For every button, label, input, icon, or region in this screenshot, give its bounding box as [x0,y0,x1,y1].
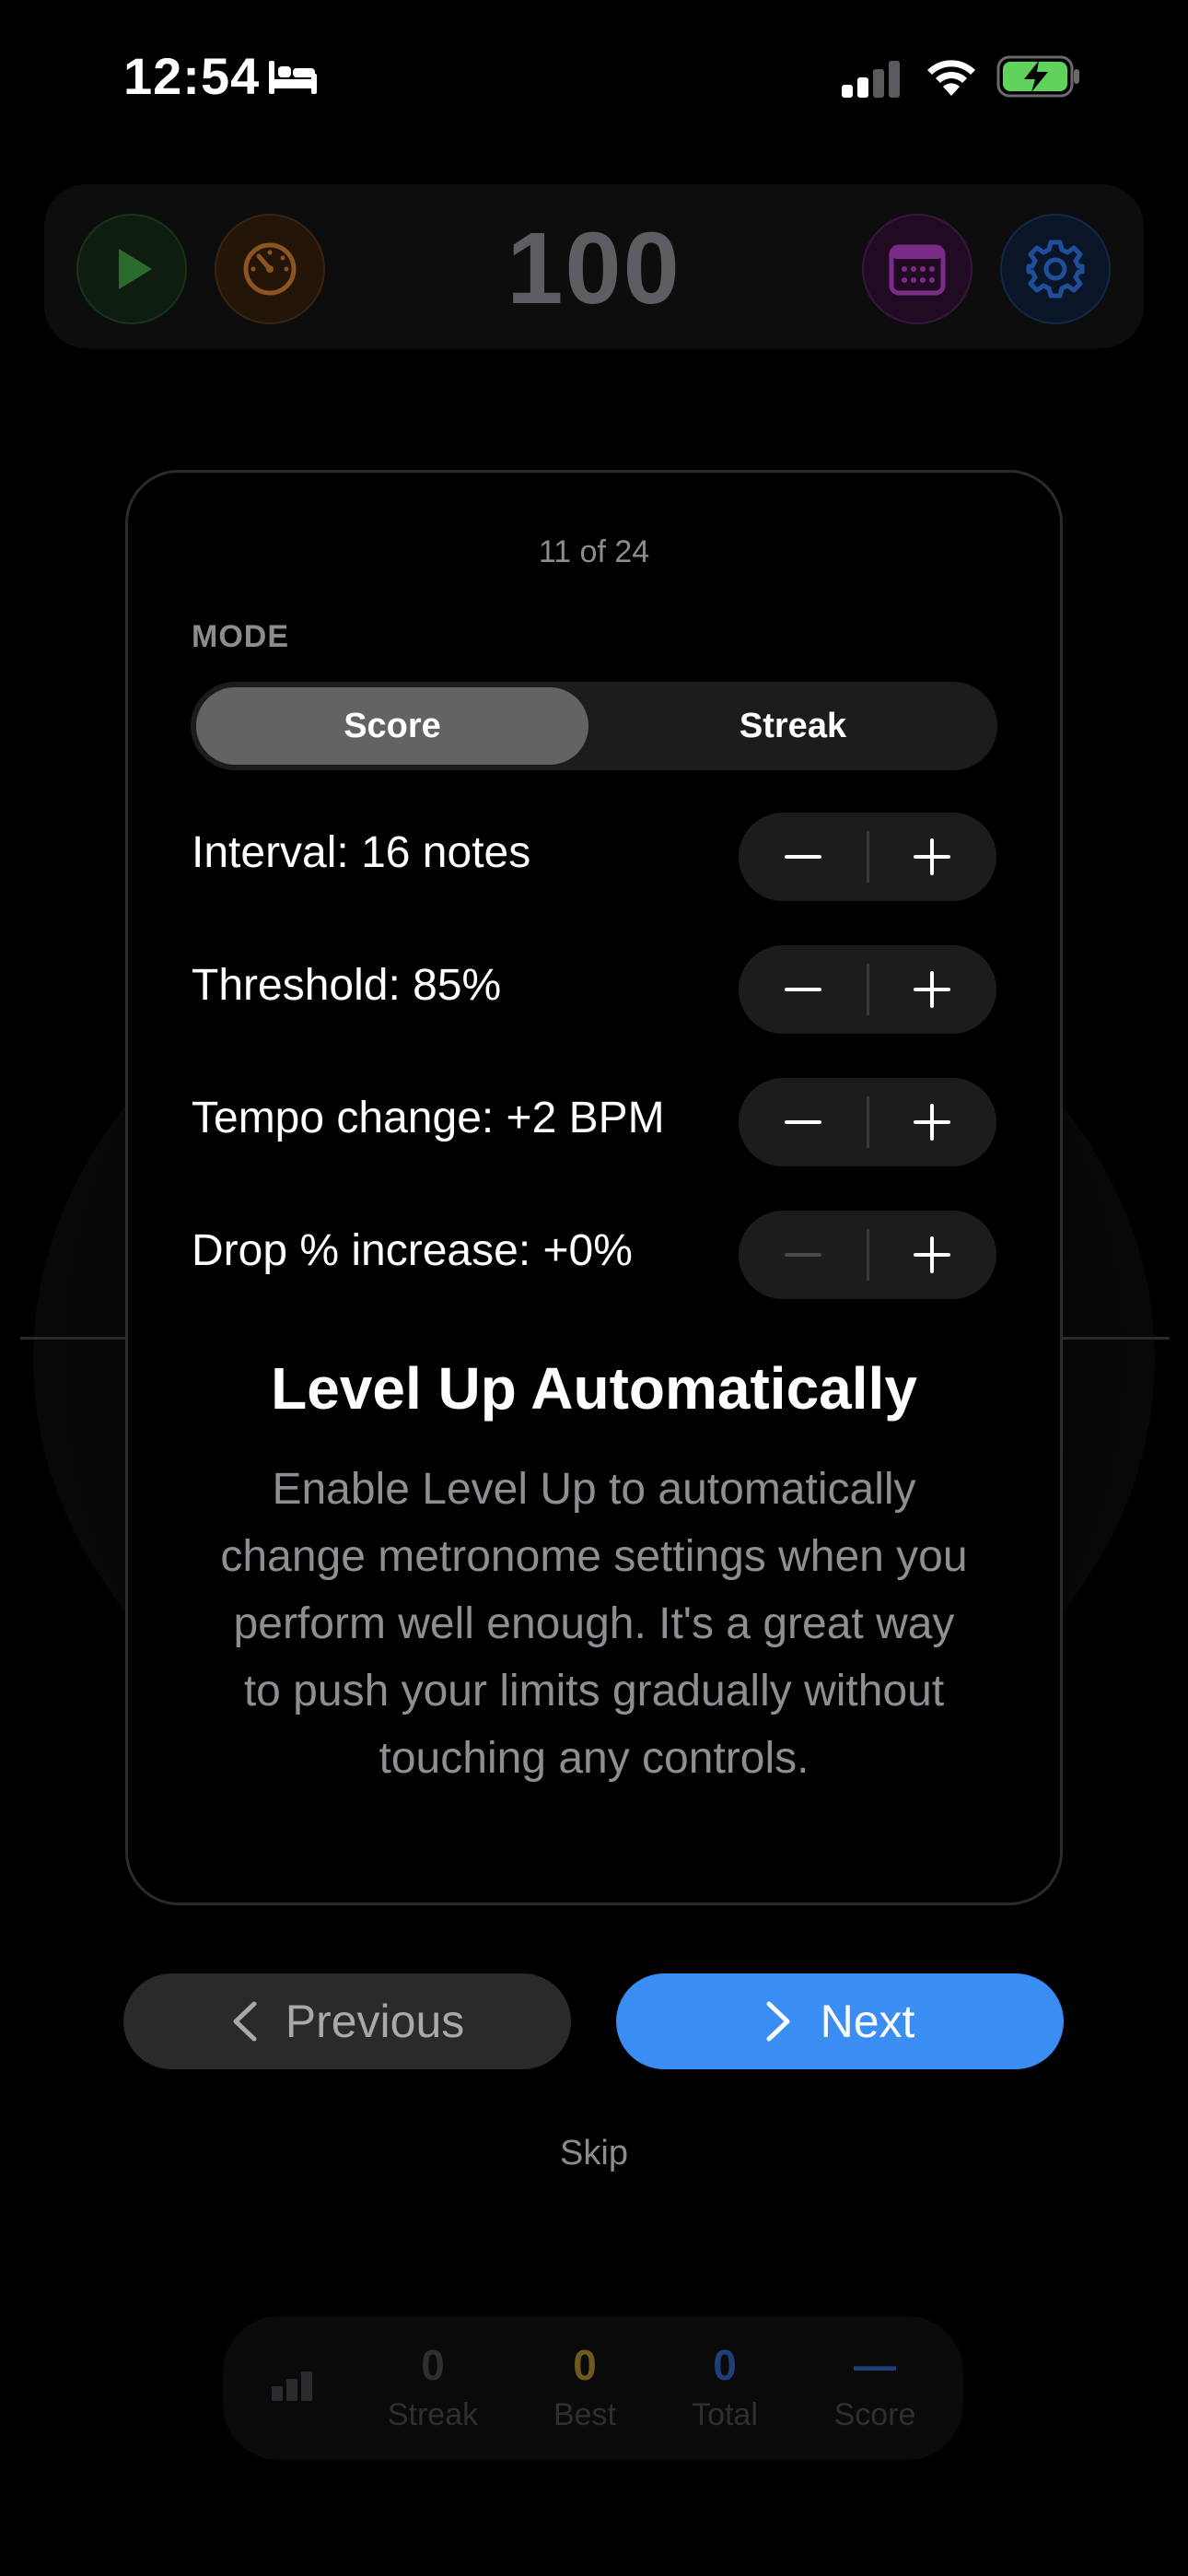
chevron-right-icon [766,2001,790,2042]
stat-best-label: Best [553,2397,617,2432]
threshold-stepper [739,945,996,1034]
card-title: Level Up Automatically [271,1355,917,1422]
wifi-icon [923,53,980,102]
bpm-display[interactable]: 100 [479,210,709,327]
next-button-label: Next [820,1996,915,2047]
gear-icon [1026,240,1085,299]
cellular-signal-icon [840,59,904,102]
drop-increase-stepper [739,1211,996,1299]
mode-label: MODE [192,619,289,654]
settings-button[interactable] [1000,214,1111,324]
calendar-icon [889,244,946,296]
interval-stepper [739,813,996,901]
speedometer-icon [243,242,297,296]
screen: 12:54 100 0 Streak 0 Best 0 Total — Scor… [0,0,1188,2576]
play-button[interactable] [76,214,187,324]
minus-icon [785,1253,821,1257]
stat-streak-value: 0 [421,2341,445,2389]
drop-increase-label: Drop % increase: +0% [192,1226,633,1275]
stat-total-label: Total [692,2397,758,2432]
dial-marker-right [1059,1337,1170,1340]
drop-increase-increment-button[interactable] [868,1211,996,1299]
page-counter: 11 of 24 [538,534,650,569]
threshold-label: Threshold: 85% [192,961,502,1010]
practice-calendar-button[interactable] [862,214,973,324]
status-time: 12:54 [123,47,261,105]
stat-score-value: — [854,2341,896,2389]
chevron-left-icon [233,2001,257,2042]
plus-icon [914,971,950,1008]
interval-decrement-button[interactable] [739,813,868,901]
tempo-change-stepper [739,1078,996,1166]
interval-increment-button[interactable] [868,813,996,901]
battery-charging-icon [996,55,1081,102]
minus-icon [785,855,821,859]
mode-option-streak[interactable]: Streak [594,687,992,765]
stats-chart-icon[interactable] [270,2370,314,2407]
skip-link[interactable]: Skip [0,2134,1188,2173]
stat-best: 0 Best [520,2340,649,2433]
minus-icon [785,988,821,991]
stat-streak-label: Streak [387,2397,479,2432]
interval-label: Interval: 16 notes [192,828,531,877]
stat-score-label: Score [833,2397,916,2432]
stat-total-value: 0 [713,2341,737,2389]
tempo-change-label: Tempo change: +2 BPM [192,1094,665,1142]
stat-total: 0 Total [660,2340,789,2433]
plus-icon [914,1104,950,1141]
plus-icon [914,1236,950,1273]
mode-option-score[interactable]: Score [196,687,588,765]
status-bar: 12:54 [0,0,1188,157]
stat-streak: 0 Streak [368,2340,497,2433]
previous-button-label: Previous [285,1996,465,2047]
sleep-focus-icon [267,59,319,100]
minus-icon [785,1120,821,1124]
drop-increase-decrement-button[interactable] [739,1211,868,1299]
stat-best-value: 0 [573,2341,597,2389]
plus-icon [914,838,950,875]
tempo-change-decrement-button[interactable] [739,1078,868,1166]
tempo-change-increment-button[interactable] [868,1078,996,1166]
tempo-dial-button[interactable] [215,214,325,324]
threshold-decrement-button[interactable] [739,945,868,1034]
threshold-increment-button[interactable] [868,945,996,1034]
previous-button[interactable]: Previous [123,1973,571,2069]
mode-segmented-control: Score Streak [191,682,997,770]
card-description: Enable Level Up to automatically change … [220,1465,968,1783]
next-button[interactable]: Next [616,1973,1064,2069]
stat-score: — Score [810,2340,939,2433]
dial-marker-left [20,1337,131,1340]
play-icon [119,249,152,289]
